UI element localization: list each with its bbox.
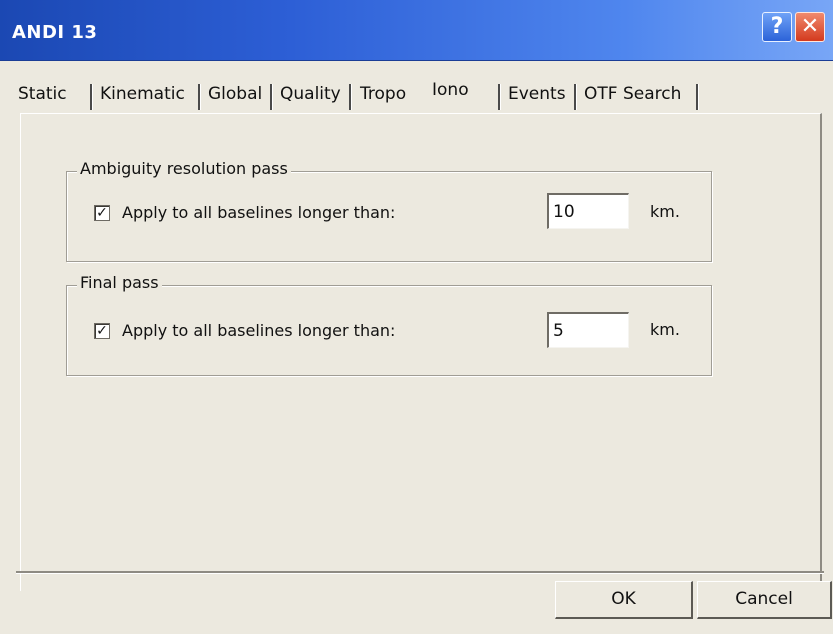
final-baseline-length-input[interactable] bbox=[547, 312, 629, 348]
tab-separator bbox=[349, 84, 351, 110]
tab-iono[interactable]: Iono bbox=[432, 75, 469, 115]
final-apply-checkbox[interactable]: ✓ bbox=[94, 323, 110, 339]
tab-separator bbox=[90, 84, 92, 110]
tab-separator bbox=[696, 84, 698, 110]
tab-quality[interactable]: Quality bbox=[280, 79, 341, 115]
tab-separator bbox=[574, 84, 576, 110]
help-button[interactable]: ? bbox=[762, 12, 792, 42]
dialog-window: ANDI 13 ? ✕ Static Kinematic Global Qual… bbox=[0, 0, 833, 634]
tab-tropo[interactable]: Tropo bbox=[360, 79, 406, 115]
tab-events[interactable]: Events bbox=[508, 79, 566, 115]
ambiguity-group-title: Ambiguity resolution pass bbox=[77, 159, 291, 178]
dialog-separator bbox=[16, 571, 824, 574]
window-title: ANDI 13 bbox=[12, 22, 98, 43]
ambiguity-resolution-group: Ambiguity resolution pass ✓ Apply to all… bbox=[66, 159, 712, 262]
tab-kinematic[interactable]: Kinematic bbox=[100, 79, 185, 115]
tab-static[interactable]: Static bbox=[18, 79, 67, 115]
checkmark-icon: ✓ bbox=[96, 323, 108, 339]
tab-separator bbox=[498, 84, 500, 110]
tab-separator bbox=[270, 84, 272, 110]
tab-otf-search[interactable]: OTF Search bbox=[584, 79, 681, 115]
question-mark-icon: ? bbox=[770, 14, 784, 39]
title-bar[interactable]: ANDI 13 ? ✕ bbox=[0, 0, 833, 61]
final-pass-group: Final pass ✓ Apply to all baselines long… bbox=[66, 273, 712, 376]
ambiguity-apply-label[interactable]: Apply to all baselines longer than: bbox=[122, 203, 395, 222]
final-apply-label[interactable]: Apply to all baselines longer than: bbox=[122, 321, 395, 340]
final-group-title: Final pass bbox=[77, 273, 162, 292]
tab-separator bbox=[198, 84, 200, 110]
final-unit-label: km. bbox=[650, 320, 680, 339]
ambiguity-baseline-length-input[interactable] bbox=[547, 193, 629, 229]
ok-button[interactable]: OK bbox=[555, 581, 693, 619]
ambiguity-unit-label: km. bbox=[650, 202, 680, 221]
ambiguity-apply-checkbox[interactable]: ✓ bbox=[94, 205, 110, 221]
close-button[interactable]: ✕ bbox=[795, 12, 825, 42]
checkmark-icon: ✓ bbox=[96, 205, 108, 221]
tab-global[interactable]: Global bbox=[208, 79, 262, 115]
cancel-button[interactable]: Cancel bbox=[697, 581, 832, 619]
dialog-client-area: Static Kinematic Global Quality Tropo Io… bbox=[0, 61, 833, 634]
close-icon: ✕ bbox=[800, 14, 820, 39]
